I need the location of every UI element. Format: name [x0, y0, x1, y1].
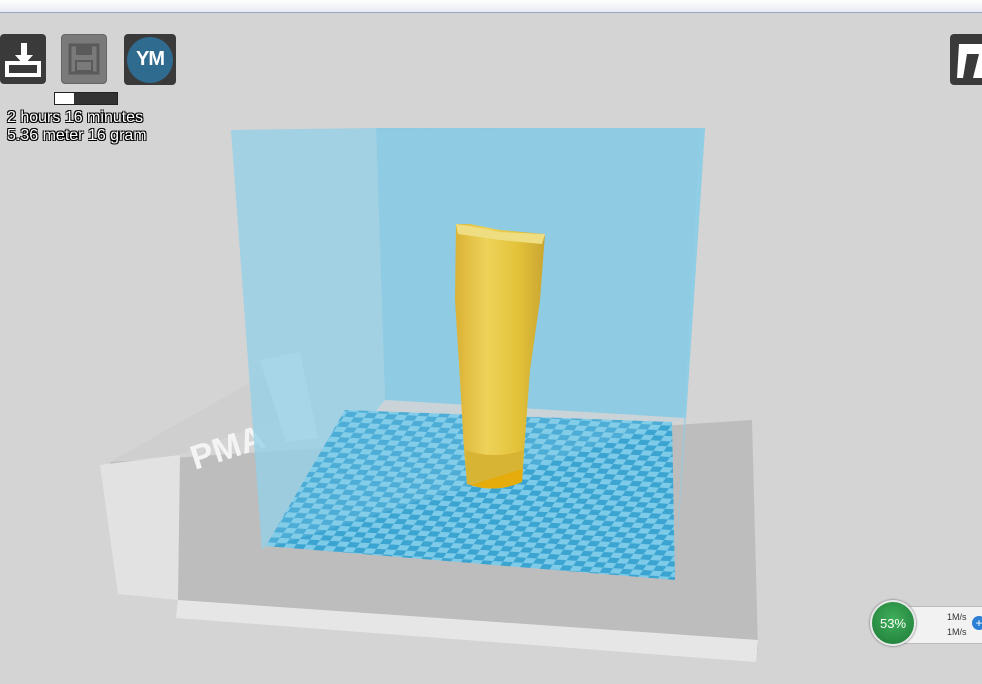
network-monitor[interactable]: ↑ 1M/s ↓ 1M/s 53% + [870, 600, 982, 646]
youmagine-button[interactable]: YM [124, 34, 176, 85]
slice-progress-bar [54, 92, 118, 105]
plus-icon[interactable]: + [972, 616, 982, 630]
save-button[interactable] [61, 34, 107, 84]
upload-speed: 1M/s [947, 612, 967, 622]
youmagine-logo: YM [127, 36, 173, 83]
download-speed: 1M/s [947, 627, 967, 637]
load-model-button[interactable] [0, 34, 46, 84]
load-model-icon [5, 43, 41, 77]
view-mode-button[interactable] [950, 34, 982, 85]
save-icon [68, 43, 100, 75]
view-mode-icon [957, 43, 982, 78]
slice-progress-fill [55, 93, 74, 104]
print-material: 5.36 meter 16 gram [7, 127, 147, 144]
3d-viewport[interactable]: PMA [0, 0, 982, 684]
print-time: 2 hours 16 minutes [7, 109, 144, 126]
print-info: 2 hours 16 minutes 5.36 meter 16 gram [7, 109, 147, 145]
network-percent-badge[interactable]: 53% [870, 600, 916, 646]
